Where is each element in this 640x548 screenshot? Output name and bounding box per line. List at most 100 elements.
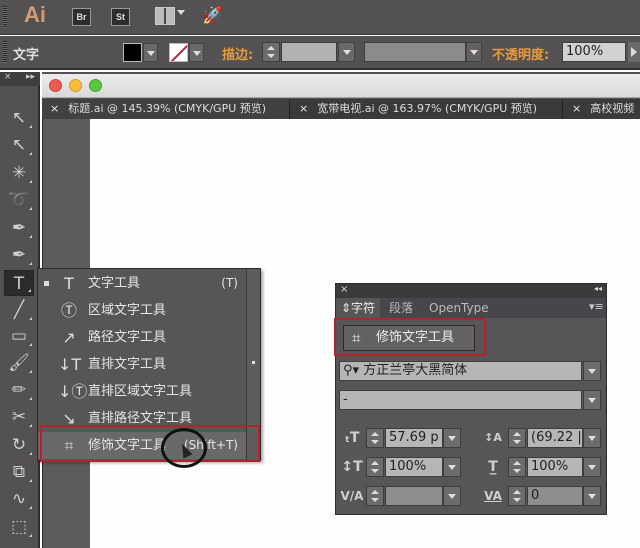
pencil-tool-button[interactable]: ✏	[4, 377, 34, 403]
tab-opentype[interactable]: OpenType	[424, 298, 494, 318]
opacity-flyout-arrow[interactable]	[628, 42, 640, 62]
selection-type-label: 文字	[13, 48, 40, 63]
horizontal-scale-field[interactable]: 100%	[527, 457, 583, 477]
magic-wand-tool-button[interactable]: ✳	[4, 160, 34, 186]
stroke-dropdown[interactable]	[189, 43, 204, 62]
flyout-item[interactable]: Ⓣ 区域文字工具	[38, 297, 246, 324]
collapse-panel-icon[interactable]: ◂◂	[594, 284, 602, 293]
flyout-indicator-icon	[29, 235, 32, 238]
kerning-dropdown[interactable]	[443, 486, 461, 506]
leading-stepper[interactable]	[508, 428, 526, 448]
grip-handle[interactable]	[3, 6, 7, 28]
lasso-icon: ➰	[8, 190, 30, 210]
flyout-indicator-icon	[29, 125, 32, 128]
direct-selection-tool-button[interactable]: ↖	[4, 132, 34, 158]
stroke-weight-dropdown[interactable]	[338, 42, 355, 62]
scissors-tool-button[interactable]: ✂	[4, 404, 34, 430]
close-tab-icon[interactable]: ×	[50, 102, 59, 115]
touch-type-highlight-box	[40, 425, 260, 462]
type-tool-button[interactable]: T	[4, 270, 34, 296]
stroke-style-dropdown[interactable]	[466, 42, 482, 62]
panel-menu-icon[interactable]: ▾≡	[589, 300, 604, 313]
vertical-scale-stepper[interactable]	[366, 457, 384, 477]
selection-icon: ↖	[11, 108, 27, 128]
rotate-icon: ↻	[11, 435, 27, 455]
tab-label: 标题.ai @ 145.39% (CMYK/GPU 预览)	[68, 102, 267, 115]
warp-tool-button[interactable]: ∿	[4, 486, 34, 512]
tab-character[interactable]: ⇕字符	[336, 298, 381, 318]
rocket-icon[interactable]: 🚀	[202, 6, 223, 26]
rotate-tool-button[interactable]: ↻	[4, 432, 34, 458]
pen-tool-button[interactable]: ✒	[4, 215, 34, 241]
close-tab-icon[interactable]: ×	[572, 102, 581, 115]
font-family-value: 方正兰亭大黑简体	[363, 363, 468, 378]
flyout-indicator-icon	[29, 262, 32, 265]
tracking-stepper[interactable]	[508, 486, 526, 506]
opacity-label[interactable]: 不透明度:	[492, 44, 549, 63]
curvature-tool-button[interactable]: ✒	[4, 242, 34, 268]
close-window-button[interactable]	[49, 79, 62, 92]
type-tool-variant-icon: ↗	[62, 328, 76, 347]
leading-field[interactable]: (69.22 |	[527, 428, 583, 448]
document-tab-2[interactable]: × 宽带电视.ai @ 163.97% (CMYK/GPU 预览)	[291, 99, 563, 119]
document-tab-1[interactable]: × 标题.ai @ 145.39% (CMYK/GPU 预览)	[42, 99, 290, 119]
kerning-field[interactable]	[385, 486, 443, 506]
close-icon[interactable]: ×	[4, 72, 12, 82]
stroke-style-field[interactable]	[364, 42, 466, 62]
font-size-dropdown[interactable]	[443, 428, 461, 448]
tracking-field[interactable]: 0	[527, 486, 583, 506]
close-tab-icon[interactable]: ×	[299, 102, 308, 115]
stroke-weight-stepper[interactable]	[262, 42, 280, 62]
fill-color-swatch[interactable]	[123, 43, 142, 62]
tracking-dropdown[interactable]	[583, 486, 601, 506]
flyout-indicator-icon	[29, 397, 32, 400]
free-transform-tool-button[interactable]: ⬚	[4, 514, 34, 540]
font-style-field[interactable]: -	[339, 390, 582, 410]
lasso-tool-button[interactable]: ➰	[4, 187, 34, 213]
document-tab-3[interactable]: × 高校视频	[564, 99, 640, 119]
horizontal-scale-stepper[interactable]	[508, 457, 526, 477]
horizontal-scale-dropdown[interactable]	[583, 457, 601, 477]
paintbrush-tool-button[interactable]: 🖌	[4, 350, 34, 376]
close-panel-icon[interactable]: ×	[340, 284, 348, 295]
grip-handle[interactable]	[3, 41, 7, 63]
stroke-label[interactable]: 描边:	[222, 44, 253, 63]
stock-button[interactable]: St	[111, 8, 130, 26]
chevron-down-icon[interactable]	[177, 10, 185, 15]
bridge-button[interactable]: Br	[72, 8, 91, 26]
font-family-dropdown[interactable]	[583, 361, 601, 381]
flyout-item[interactable]: ↓T 直排文字工具	[38, 351, 246, 378]
zoom-window-button[interactable]	[89, 79, 102, 92]
selection-tool-button[interactable]: ↖	[4, 105, 34, 131]
expand-icon[interactable]: ▸▸	[26, 72, 35, 82]
kerning-stepper[interactable]	[366, 486, 384, 506]
font-size-field[interactable]: 57.69 p	[385, 428, 443, 448]
kerning-icon: V/A	[340, 489, 364, 503]
flyout-indicator-icon	[29, 479, 32, 482]
flyout-indicator-icon	[29, 370, 32, 373]
tab-paragraph[interactable]: 段落	[384, 298, 418, 318]
line-tool-button[interactable]: ╱	[4, 297, 34, 323]
scale-tool-button[interactable]: ⧉	[4, 459, 34, 485]
selected-bullet-icon	[44, 281, 49, 286]
leading-dropdown[interactable]	[583, 428, 601, 448]
stroke-weight-field[interactable]	[281, 42, 337, 62]
arrange-documents-icon[interactable]	[155, 7, 175, 25]
tab-label: 宽带电视.ai @ 163.97% (CMYK/GPU 预览)	[317, 102, 538, 115]
font-search-icon[interactable]: ⚲▾	[343, 363, 359, 378]
minimize-window-button[interactable]	[69, 79, 82, 92]
font-style-dropdown[interactable]	[583, 390, 601, 410]
flyout-item[interactable]: ↓Ⓣ 直排区域文字工具	[38, 378, 246, 405]
vertical-scale-field[interactable]: 100%	[385, 457, 443, 477]
font-size-stepper[interactable]	[366, 428, 384, 448]
flyout-item[interactable]: T 文字工具 (T)	[38, 270, 246, 297]
rectangle-tool-button[interactable]: ▭	[4, 323, 34, 349]
flyout-item[interactable]: ↗ 路径文字工具	[38, 324, 246, 351]
tearoff-icon[interactable]	[252, 361, 255, 364]
fill-dropdown[interactable]	[143, 43, 158, 62]
font-family-field[interactable]: ⚲▾ 方正兰亭大黑简体	[339, 361, 582, 381]
opacity-field[interactable]: 100%	[562, 42, 626, 62]
flyout-indicator-icon	[28, 289, 31, 292]
vertical-scale-dropdown[interactable]	[443, 457, 461, 477]
stroke-color-swatch[interactable]	[169, 43, 188, 62]
